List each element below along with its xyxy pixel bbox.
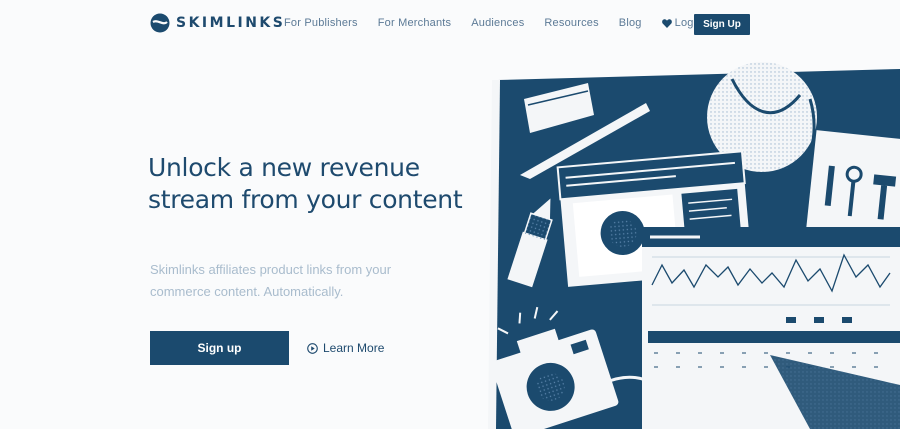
hero-subtitle: Skimlinks affiliates product links from … [150,262,392,299]
skimlinks-logo-icon [150,13,170,33]
learn-more-link[interactable]: Learn More [307,341,384,355]
nav-audiences[interactable]: Audiences [471,17,524,29]
hero-signup-button[interactable]: Sign up [150,331,289,365]
nav-for-merchants[interactable]: For Merchants [378,17,452,29]
nav-blog[interactable]: Blog [619,17,642,29]
header-signup-button[interactable]: Sign Up [694,14,750,35]
analytics-dashboard [642,227,900,429]
brand-name: SKIMLINKS [176,15,286,31]
learn-more-label: Learn More [323,341,385,355]
hero-illustration [488,62,900,429]
brand-logo[interactable]: SKIMLINKS [150,13,285,33]
heart-icon [661,18,672,28]
hero-title: Unlock a new revenue stream from your co… [148,153,463,214]
nav-for-publishers[interactable]: For Publishers [284,17,358,29]
play-circle-icon [307,342,318,354]
main-nav: For Publishers For Merchants Audiences R… [284,17,723,29]
site-header: SKIMLINKS For Publishers For Merchants A… [0,0,900,50]
nav-resources[interactable]: Resources [544,17,598,29]
